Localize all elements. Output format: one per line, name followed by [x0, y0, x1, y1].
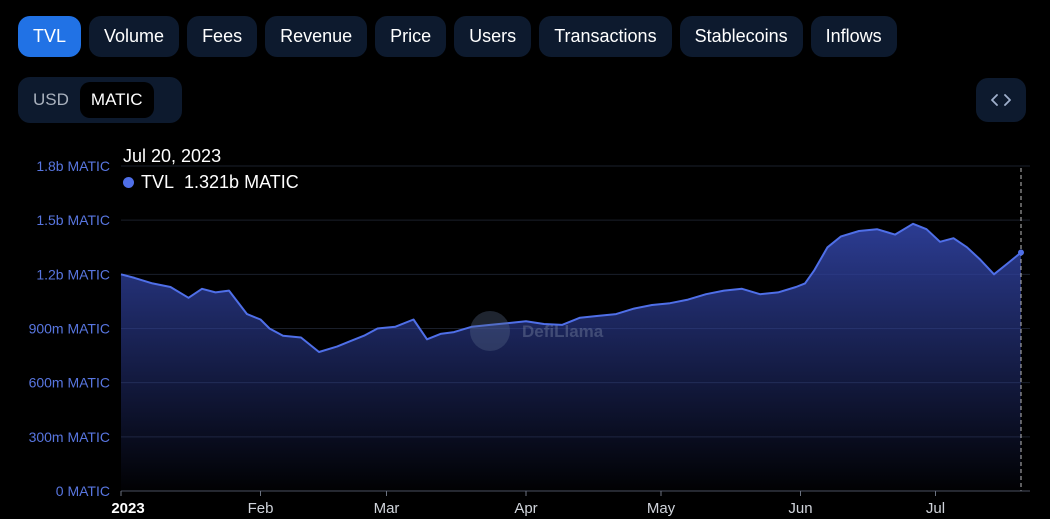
tab-users[interactable]: Users	[454, 16, 532, 57]
code-brackets-icon	[991, 94, 1011, 106]
tvl-chart[interactable]: 0 MATIC 300m MATIC 600m MATIC 900m MATIC 1.2…	[0, 130, 1050, 519]
tab-inflows[interactable]: Inflows	[810, 16, 897, 57]
y-tick-label: 0 MATIC	[56, 483, 110, 499]
y-tick-label: 1.8b MATIC	[36, 158, 110, 174]
tab-stablecoins[interactable]: Stablecoins	[679, 16, 803, 57]
y-tick-label: 300m MATIC	[29, 429, 110, 445]
tab-fees[interactable]: Fees	[187, 16, 258, 57]
x-tick-label: Jun	[788, 500, 812, 517]
x-tick-label: 2023	[111, 500, 144, 517]
tab-price[interactable]: Price	[375, 16, 447, 57]
x-tick-label: Apr	[514, 500, 537, 517]
tab-volume[interactable]: Volume	[89, 16, 180, 57]
x-tick-label: May	[647, 500, 676, 517]
embed-button[interactable]	[976, 78, 1026, 122]
x-tick-label: Feb	[248, 500, 274, 517]
tvl-area	[121, 223, 1021, 492]
y-tick-label: 1.5b MATIC	[36, 212, 110, 228]
hover-point	[1018, 249, 1024, 256]
tab-revenue[interactable]: Revenue	[265, 16, 368, 57]
currency-usd-option[interactable]: USD	[22, 82, 80, 118]
x-tick-label: Mar	[374, 500, 400, 517]
y-tick-label: 600m MATIC	[29, 375, 110, 391]
currency-matic-option[interactable]: MATIC	[79, 82, 154, 118]
tab-transactions[interactable]: Transactions	[539, 16, 672, 57]
svg-text:DefiLlama: DefiLlama	[522, 322, 604, 341]
metric-tabs: TVL Volume Fees Revenue Price Users Transactio…	[18, 16, 897, 57]
currency-toggle: USD MATIC	[18, 77, 182, 123]
y-tick-label: 900m MATIC	[29, 321, 110, 337]
tab-tvl[interactable]: TVL	[18, 16, 82, 57]
y-tick-label: 1.2b MATIC	[36, 266, 110, 282]
x-tick-label: Jul	[926, 500, 945, 517]
